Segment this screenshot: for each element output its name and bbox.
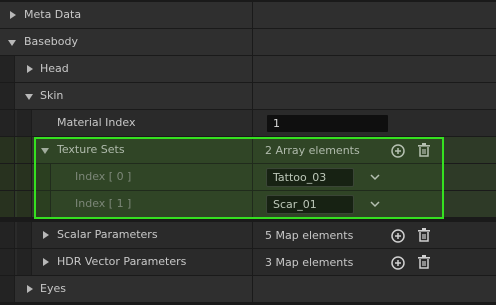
row-hdr-vector-parameters[interactable]: HDR Vector Parameters 3 Map elements — [0, 249, 496, 276]
index-0-label: Index [ 0 ] — [75, 170, 132, 183]
chevron-right-icon[interactable] — [43, 258, 49, 266]
meta-data-label: Meta Data — [24, 8, 82, 21]
row-eyes[interactable]: Eyes — [0, 276, 496, 303]
row-head-left: Head — [0, 56, 252, 83]
add-circle-icon[interactable] — [390, 143, 406, 159]
texture-sets-count: 2 Array elements — [265, 143, 360, 157]
row-basebody-right — [252, 29, 496, 56]
basebody-label: Basebody — [24, 35, 78, 48]
chevron-right-icon[interactable] — [27, 285, 33, 293]
row-skin-left: Skin — [0, 83, 252, 110]
row-meta-data[interactable]: Meta Data — [0, 2, 496, 29]
chevron-down-icon[interactable] — [41, 148, 49, 154]
chevron-down-icon[interactable] — [370, 199, 380, 209]
eyes-label: Eyes — [40, 282, 66, 295]
index-1-texture-field[interactable]: Scar_01 — [266, 195, 354, 214]
row-scalar-parameters-right: 5 Map elements — [252, 222, 496, 249]
row-material-index-right: 1 — [252, 110, 496, 137]
row-hdr-vector-parameters-right: 3 Map elements — [252, 249, 496, 276]
chevron-down-icon[interactable] — [25, 94, 33, 100]
row-eyes-right — [252, 276, 496, 303]
row-scalar-parameters-left: Scalar Parameters — [0, 222, 252, 249]
material-index-input[interactable]: 1 — [266, 114, 389, 133]
row-index-1-left: Index [ 1 ] — [0, 191, 252, 218]
row-index-0-right: Tattoo_03 — [252, 164, 496, 191]
row-head-right — [252, 56, 496, 83]
row-eyes-left: Eyes — [0, 276, 252, 303]
texture-sets-label: Texture Sets — [57, 143, 125, 156]
row-texture-sets-left: Texture Sets — [0, 137, 252, 164]
trash-icon[interactable] — [416, 254, 432, 270]
row-material-index: Material Index 1 — [0, 110, 496, 137]
head-label: Head — [40, 62, 69, 75]
row-material-index-left: Material Index — [0, 110, 252, 137]
hdr-vector-parameters-count: 3 Map elements — [265, 255, 354, 269]
add-circle-icon[interactable] — [390, 255, 406, 271]
row-index-0: Index [ 0 ] Tattoo_03 — [0, 164, 496, 191]
chevron-right-icon[interactable] — [27, 65, 33, 73]
index-0-texture-field[interactable]: Tattoo_03 — [266, 168, 354, 187]
index-1-label: Index [ 1 ] — [75, 197, 132, 210]
hdr-vector-parameters-label: HDR Vector Parameters — [57, 255, 187, 268]
chevron-right-icon[interactable] — [10, 11, 16, 19]
chevron-down-icon[interactable] — [8, 40, 16, 46]
add-circle-icon[interactable] — [390, 228, 406, 244]
skin-label: Skin — [40, 89, 64, 102]
row-texture-sets-right: 2 Array elements — [252, 137, 496, 164]
trash-icon[interactable] — [416, 142, 432, 158]
row-scalar-parameters[interactable]: Scalar Parameters 5 Map elements — [0, 222, 496, 249]
row-index-0-left: Index [ 0 ] — [0, 164, 252, 191]
row-index-1-right: Scar_01 — [252, 191, 496, 218]
row-skin[interactable]: Skin — [0, 83, 496, 110]
row-meta-data-right — [252, 2, 496, 29]
row-basebody-left: Basebody — [0, 29, 252, 56]
scalar-parameters-label: Scalar Parameters — [57, 228, 158, 241]
trash-icon[interactable] — [416, 227, 432, 243]
material-index-label: Material Index — [57, 116, 136, 129]
row-texture-sets[interactable]: Texture Sets 2 Array elements — [0, 137, 496, 164]
row-head[interactable]: Head — [0, 56, 496, 83]
row-skin-right — [252, 83, 496, 110]
row-index-1: Index [ 1 ] Scar_01 — [0, 191, 496, 218]
chevron-down-icon[interactable] — [370, 172, 380, 182]
row-hdr-vector-parameters-left: HDR Vector Parameters — [0, 249, 252, 276]
row-meta-data-left: Meta Data — [0, 2, 252, 29]
chevron-right-icon[interactable] — [43, 231, 49, 239]
scalar-parameters-count: 5 Map elements — [265, 228, 354, 242]
row-basebody[interactable]: Basebody — [0, 29, 496, 56]
